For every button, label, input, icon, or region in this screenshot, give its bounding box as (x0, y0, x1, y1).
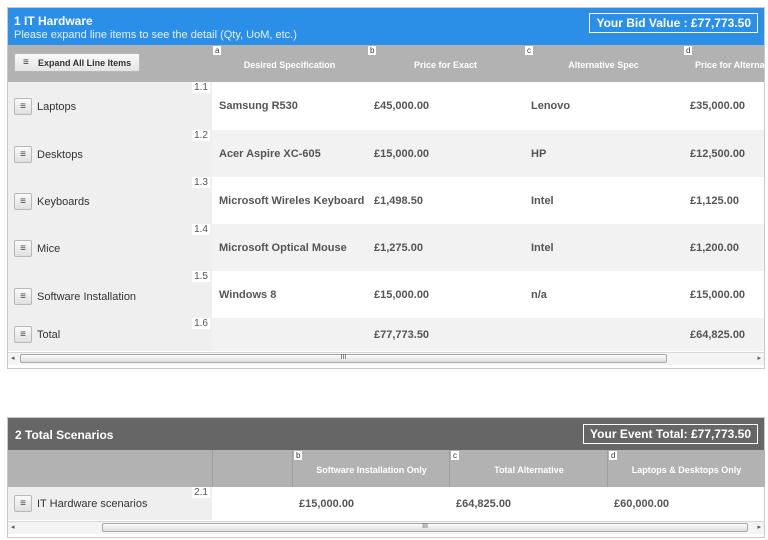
name-column-header (8, 450, 212, 487)
list-detail-icon[interactable]: ≡ (14, 326, 32, 343)
column-header-desired-spec[interactable]: a Desired Specification (212, 45, 367, 82)
desired-spec-cell[interactable]: Samsung R530 (212, 82, 367, 130)
price-alt-cell[interactable]: £15,000.00 (683, 271, 764, 318)
blank-cell (212, 487, 292, 520)
total-price-exact-cell: £77,773.50 (367, 318, 524, 351)
alt-spec-cell[interactable]: Lenovo (524, 82, 683, 130)
blank-column-header (212, 450, 293, 487)
scrollbar-thumb[interactable]: III (20, 354, 667, 363)
bid-value-badge: Your Bid Value : £77,773.50 (589, 13, 758, 33)
scroll-right-icon[interactable]: ▸ (757, 523, 761, 531)
table-row: 1.1 ≡ Laptops Samsung R530 £45,000.00 Le… (8, 82, 764, 130)
scroll-left-icon[interactable]: ◂ (11, 523, 15, 531)
horizontal-scrollbar[interactable]: ◂ III ▸ (8, 521, 764, 534)
list-detail-icon[interactable]: ≡ (14, 240, 32, 257)
desired-spec-cell[interactable]: Microsoft Optical Mouse (212, 224, 367, 271)
scenario-d-cell[interactable]: £60,000.00 (607, 487, 764, 520)
desired-spec-cell[interactable]: Windows 8 (212, 271, 367, 318)
desired-spec-cell[interactable]: Acer Aspire XC-605 (212, 130, 367, 177)
section-it-hardware: 1 IT Hardware Please expand line items t… (7, 7, 765, 369)
table-row: 1.5 ≡ Software Installation Windows 8 £1… (8, 271, 764, 318)
price-alt-cell[interactable]: £12,500.00 (683, 130, 764, 177)
section-subtitle: Please expand line items to see the deta… (14, 29, 297, 41)
list-detail-icon: ≡ (23, 57, 29, 68)
row-name-cell: 1.4 ≡ Mice (8, 224, 212, 271)
section-header: 2 Total Scenarios Your Event Total: £77,… (8, 418, 764, 450)
row-name-cell: 1.1 ≡ Laptops (8, 82, 212, 130)
price-exact-cell[interactable]: £15,000.00 (367, 271, 524, 318)
horizontal-scrollbar[interactable]: ◂ III ▸ (8, 352, 764, 365)
price-exact-cell[interactable]: £15,000.00 (367, 130, 524, 177)
table-row-total: 1.6 ≡ Total £77,773.50 £64,825.00 (8, 318, 764, 351)
total-price-alt-cell: £64,825.00 (683, 318, 764, 351)
table-row: 1.4 ≡ Mice Microsoft Optical Mouse £1,27… (8, 224, 764, 271)
section-title: 1 IT Hardware (14, 14, 93, 28)
expand-all-button[interactable]: ≡ Expand All Line Items (14, 53, 140, 72)
list-detail-icon[interactable]: ≡ (14, 193, 32, 210)
price-exact-cell[interactable]: £45,000.00 (367, 82, 524, 130)
scenario-b-cell[interactable]: £15,000.00 (292, 487, 449, 520)
price-alt-cell[interactable]: £35,000.00 (683, 82, 764, 130)
row-name-cell: 1.2 ≡ Desktops (8, 130, 212, 177)
row-name-cell: 1.6 ≡ Total (8, 318, 212, 351)
scroll-right-icon[interactable]: ▸ (757, 354, 761, 362)
alt-spec-cell[interactable]: Intel (524, 177, 683, 224)
table-row: 1.2 ≡ Desktops Acer Aspire XC-605 £15,00… (8, 130, 764, 177)
column-header-software-only[interactable]: b Software Installation Only (292, 450, 450, 487)
section-title: 2 Total Scenarios (15, 428, 114, 442)
column-header-laptops-desktops[interactable]: d Laptops & Desktops Only (607, 450, 765, 487)
table-row: 2.1 ≡ IT Hardware scenarios £15,000.00 £… (8, 487, 764, 520)
alt-spec-cell[interactable]: Intel (524, 224, 683, 271)
row-name-cell: 1.5 ≡ Software Installation (8, 271, 212, 318)
list-detail-icon[interactable]: ≡ (14, 98, 32, 115)
scenario-c-cell[interactable]: £64,825.00 (449, 487, 607, 520)
list-detail-icon[interactable]: ≡ (14, 495, 32, 512)
price-alt-cell[interactable]: £1,200.00 (683, 224, 764, 271)
alt-spec-cell[interactable]: HP (524, 130, 683, 177)
section-header: 1 IT Hardware Please expand line items t… (8, 8, 764, 45)
column-header-total-alternative[interactable]: c Total Alternative (449, 450, 608, 487)
desired-spec-cell (212, 318, 367, 351)
column-header-price-exact[interactable]: b Price for Exact (367, 45, 524, 82)
alt-spec-cell[interactable]: n/a (524, 271, 683, 318)
list-detail-icon[interactable]: ≡ (14, 288, 32, 305)
desired-spec-cell[interactable]: Microsoft Wireles Keyboard (212, 177, 367, 224)
name-column-header: ≡ Expand All Line Items (8, 45, 212, 82)
row-name-cell: 2.1 ≡ IT Hardware scenarios (8, 487, 212, 520)
price-exact-cell[interactable]: £1,498.50 (367, 177, 524, 224)
alt-spec-cell (524, 318, 683, 351)
scroll-left-icon[interactable]: ◂ (11, 354, 15, 362)
section-total-scenarios: 2 Total Scenarios Your Event Total: £77,… (7, 417, 765, 538)
row-name-cell: 1.3 ≡ Keyboards (8, 177, 212, 224)
column-header-price-alt[interactable]: d Price for Alternative (683, 45, 764, 82)
price-alt-cell[interactable]: £1,125.00 (683, 177, 764, 224)
scrollbar-thumb[interactable]: III (102, 523, 748, 532)
price-exact-cell[interactable]: £1,275.00 (367, 224, 524, 271)
table-row: 1.3 ≡ Keyboards Microsoft Wireles Keyboa… (8, 177, 764, 224)
column-header-alt-spec[interactable]: c Alternative Spec (524, 45, 683, 82)
list-detail-icon[interactable]: ≡ (14, 146, 32, 163)
event-total-badge: Your Event Total: £77,773.50 (583, 424, 758, 444)
